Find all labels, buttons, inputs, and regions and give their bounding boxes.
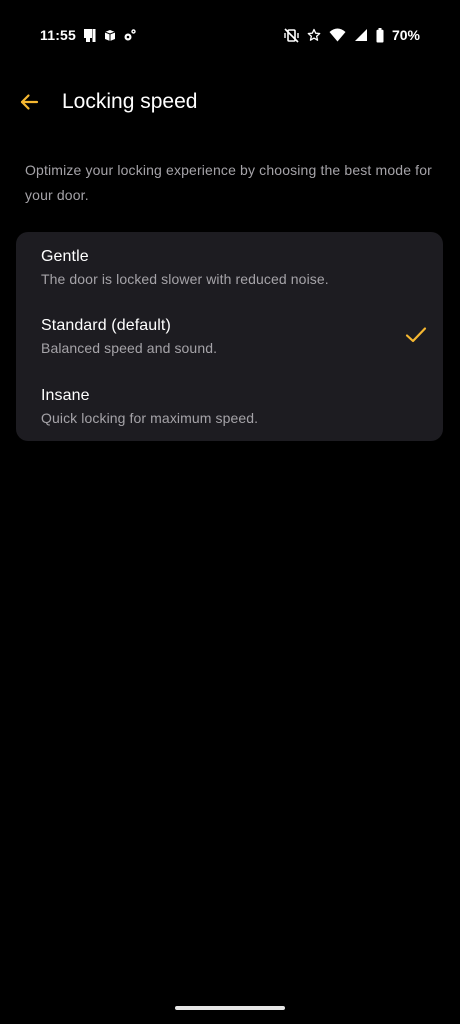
status-bar: 11:55 70% <box>0 0 460 68</box>
vibrate-off-icon <box>284 27 299 43</box>
signal-icon <box>354 27 368 43</box>
star-icon <box>307 27 321 43</box>
sim-card-icon <box>83 27 97 43</box>
page-title: Locking speed <box>62 90 198 113</box>
check-icon <box>405 327 427 343</box>
option-description: The door is locked slower with reduced n… <box>41 271 329 287</box>
option-insane[interactable]: Insane Quick locking for maximum speed. <box>16 372 443 438</box>
battery-icon <box>376 27 384 43</box>
battery-percent: 70% <box>391 27 420 43</box>
option-title: Gentle <box>41 248 89 265</box>
locking-speed-options: Gentle The door is locked slower with re… <box>16 232 443 441</box>
option-standard[interactable]: Standard (default) Balanced speed and so… <box>16 302 443 368</box>
gesture-nav-bar[interactable] <box>175 1006 285 1010</box>
option-gentle[interactable]: Gentle The door is locked slower with re… <box>16 232 443 298</box>
option-title: Standard (default) <box>41 317 171 334</box>
option-description: Quick locking for maximum speed. <box>41 410 259 426</box>
status-time: 11:55 <box>40 27 77 43</box>
app-bar: Locking speed <box>0 78 460 126</box>
arrow-back-icon <box>20 94 39 110</box>
option-title: Insane <box>41 387 90 404</box>
status-right: 70% <box>284 25 420 45</box>
cube-icon <box>104 27 116 43</box>
option-description: Balanced speed and sound. <box>41 340 218 356</box>
status-left: 11:55 <box>40 25 137 45</box>
page-description: Optimize your locking experience by choo… <box>25 162 432 203</box>
wifi-icon <box>329 27 346 43</box>
back-button[interactable] <box>12 82 46 122</box>
settings-icon <box>123 27 137 43</box>
